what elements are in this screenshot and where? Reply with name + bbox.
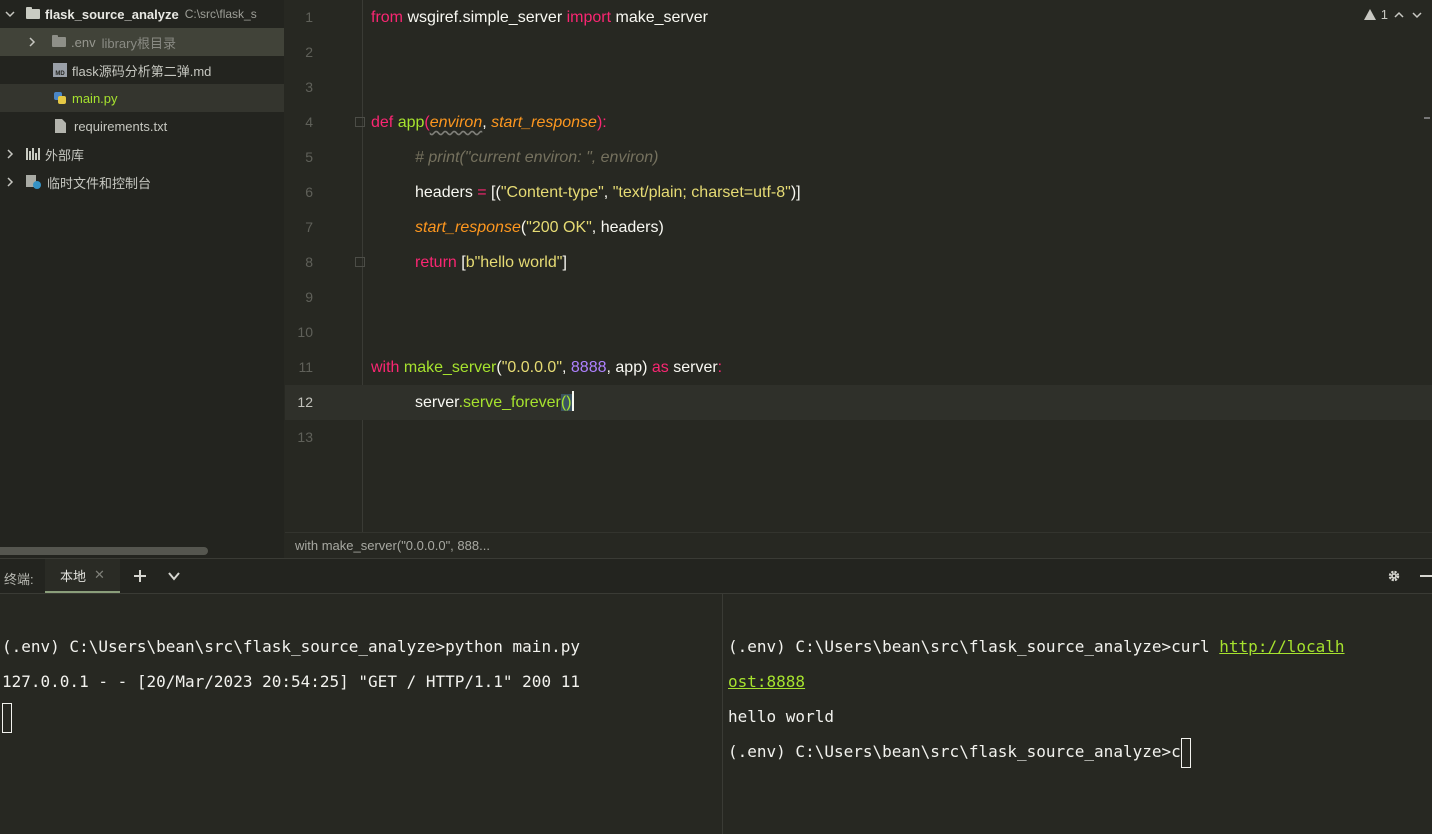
terminal-title: 终端: [4,572,34,587]
chevron-down-icon[interactable] [1410,8,1424,22]
breadcrumb-item[interactable]: with make_server("0.0.0.0", 888... [295,538,490,553]
tree-item-requirements[interactable]: requirements.txt [0,112,284,140]
terminal-line [2,699,12,734]
tree-item-main-py[interactable]: main.py [0,84,284,112]
plus-icon[interactable] [131,567,149,585]
tree-item-note: library根目录 [101,35,176,51]
code-line: 13 [297,429,313,445]
text-file-icon [55,119,66,133]
project-root-name: flask_source_analyze [45,6,179,22]
scratch-icon [26,175,42,189]
terminal-line: (.env) C:\Users\bean\src\flask_source_an… [728,637,1345,656]
terminal-cursor [2,702,12,733]
minus-icon[interactable] [1416,567,1432,585]
python-file-icon [53,91,67,105]
terminal-line: ost:8888 [728,664,805,699]
terminal-toolbar: 终端: 本地 ✕ [0,558,1432,594]
warning-icon [1363,9,1376,20]
tree-item-label: 临时文件和控制台 [47,175,152,191]
tree-item-label: main.py [72,90,118,106]
terminal-cursor [1180,737,1191,768]
terminal-line: (.env) C:\Users\bean\src\flask_source_an… [728,734,1191,769]
chevron-down-icon[interactable] [165,567,183,585]
tree-item-env[interactable]: .env library根目录 [0,28,284,56]
inspection-count: 1 [1380,7,1388,22]
folder-icon [26,7,40,19]
project-horizontal-scrollbar[interactable] [0,547,208,555]
text-caret [571,391,574,412]
terminal-tab-local[interactable]: 本地 ✕ [45,559,120,593]
terminal-line: (.env) C:\Users\bean\src\flask_source_an… [2,637,580,656]
code-line: 7 start_response("200 OK", headers) [305,219,664,236]
chevron-right-icon[interactable] [4,176,16,188]
tree-item-label: flask源码分析第二弹.md [72,63,212,79]
terminal-pane-right[interactable]: (.env) C:\Users\bean\src\flask_source_an… [722,594,1432,834]
tree-item-label: requirements.txt [74,118,168,134]
terminal-tab-label: 本地 [60,568,87,584]
code-line: 4 def app(environ, start_response): [305,114,607,131]
code-line: 5 # print("current environ: ", environ) [305,149,659,166]
chevron-right-icon[interactable] [4,148,16,160]
tree-item-external-libs[interactable]: 外部库 [0,140,284,168]
chevron-right-icon[interactable] [26,36,38,48]
code-line: 8 return [b"hello world"] [305,254,567,271]
close-icon[interactable]: ✕ [94,567,105,583]
fold-marker-icon[interactable] [355,117,365,127]
terminal-link[interactable]: http://localh [1219,637,1344,656]
code-line: 2 [305,44,313,60]
project-root-path: C:\src\flask_s [184,7,257,21]
fold-marker-icon[interactable] [355,257,365,267]
tree-root-row[interactable]: flask_source_analyze C:\src\flask_s [0,0,284,28]
code-line: 1 from wsgiref.simple_server import make… [305,9,708,26]
tree-item-md[interactable]: MD flask源码分析第二弹.md [0,56,284,84]
scrollbar-marker[interactable] [1424,117,1430,119]
terminal-pane-left[interactable]: (.env) C:\Users\bean\src\flask_source_an… [0,594,721,834]
terminal-line: hello world [728,707,834,726]
folder-icon [52,35,66,47]
code-line: 6 headers = [("Content-type", "text/plai… [305,184,801,201]
code-editor[interactable]: 1 from wsgiref.simple_server import make… [285,0,1432,532]
terminal-link[interactable]: ost:8888 [728,672,805,691]
gear-icon[interactable] [1385,567,1403,585]
code-line: 9 [305,289,313,305]
project-panel: flask_source_analyze C:\src\flask_s .env… [0,0,284,558]
inspection-widget[interactable]: 1 [1363,7,1424,22]
chevron-down-icon[interactable] [4,8,16,20]
markdown-file-icon: MD [53,63,67,77]
chevron-up-icon[interactable] [1392,8,1406,22]
code-line-current: 12 server.serve_forever() [285,385,1432,420]
terminal-line: 127.0.0.1 - - [20/Mar/2023 20:54:25] "GE… [2,672,580,691]
code-line: 10 [297,324,313,340]
tree-item-scratches[interactable]: 临时文件和控制台 [0,168,284,196]
library-icon [26,148,40,160]
tree-item-label: 外部库 [45,147,85,163]
code-line: 11 with make_server("0.0.0.0", 8888, app… [298,359,723,376]
tree-item-label: .env [71,34,96,50]
editor-breadcrumb[interactable]: with make_server("0.0.0.0", 888... [285,532,1432,559]
code-line: 3 [305,79,313,95]
